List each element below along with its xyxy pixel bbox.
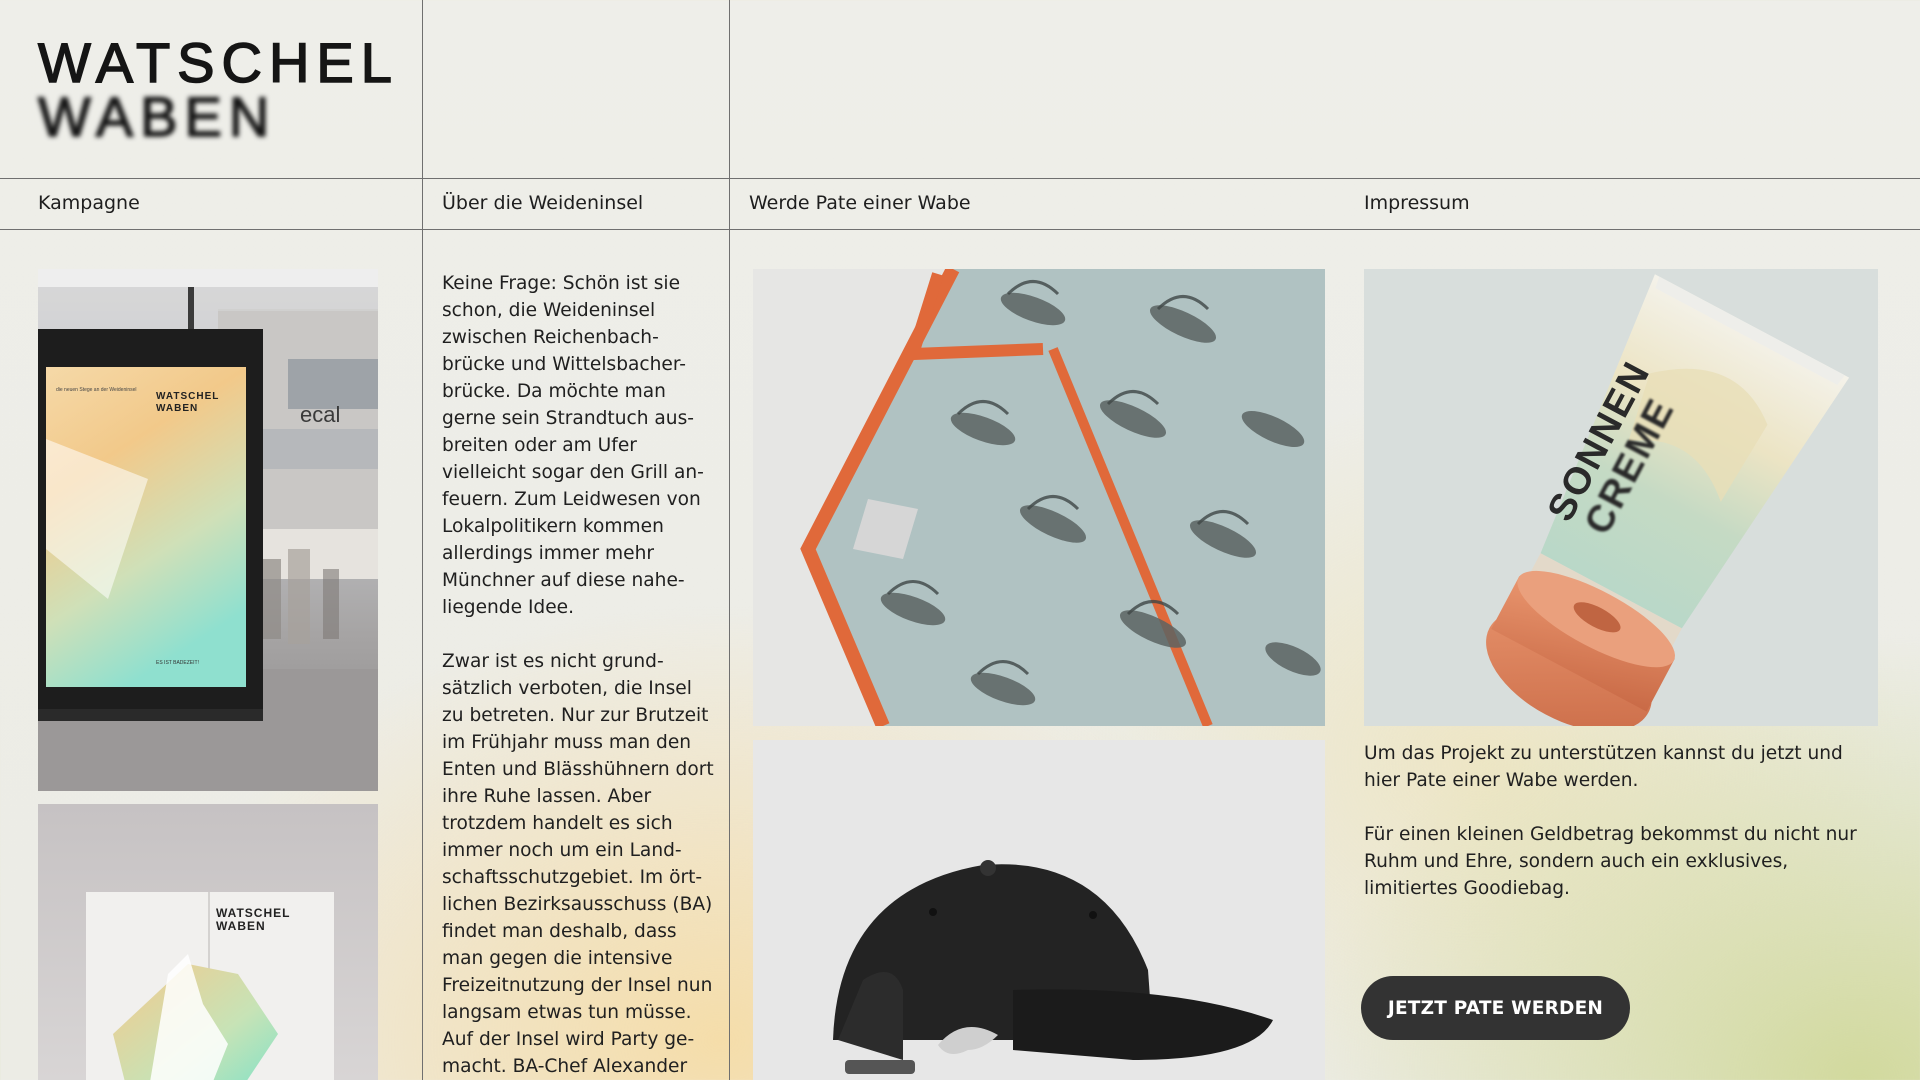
support-paragraph: Um das Projekt zu unterstützen kannst du… [1364, 743, 1843, 791]
about-paragraph: Zwar ist es nicht grund-sätzlich verbote… [442, 651, 714, 1077]
magazine-mockup-image: WATSCHEL WABEN [38, 804, 378, 1080]
magazine-title-line-2: WABEN [216, 919, 266, 933]
poster-small-text: die neuen Stege an der Weideninsel [56, 387, 137, 393]
logo-line-1: WATSCHEL [37, 31, 399, 94]
logo-line-2: WABEN [37, 85, 277, 148]
nav-item-weideninsel[interactable]: Über die Weideninsel [442, 192, 643, 214]
poster-footer-text: ES IST BADEZEIT! [156, 660, 199, 666]
nav-item-pate-werden[interactable]: Werde Pate einer Wabe [749, 192, 971, 214]
nav-divider [0, 229, 1920, 230]
magazine-title-line-1: WATSCHEL [216, 906, 290, 920]
duck-towel-image [753, 269, 1325, 726]
support-section: Um das Projekt zu unterstützen kannst du… [1364, 740, 1884, 929]
sunscreen-tube-image: SONNEN CREME [1364, 269, 1878, 726]
support-paragraph: Für einen kleinen Geldbetrag bekommst du… [1364, 824, 1857, 899]
become-sponsor-button[interactable]: JETZT PATE WERDEN [1361, 976, 1630, 1040]
about-paragraph: Keine Frage: Schön ist sie schon, die We… [442, 273, 704, 618]
nav-item-impressum[interactable]: Impressum [1364, 192, 1470, 214]
site-logo[interactable]: WATSCHEL WABEN [37, 31, 399, 148]
column-divider [729, 0, 730, 1080]
column-divider [422, 0, 423, 1080]
black-cap-image [753, 740, 1325, 1080]
store-sign-text: ecal [300, 402, 340, 427]
nav-item-kampagne[interactable]: Kampagne [38, 192, 140, 214]
about-article: Keine Frage: Schön ist sie schon, die We… [442, 270, 714, 1080]
bus-stop-poster-image: ecal WATSCHEL WABEN die neuen Stege an d… [38, 269, 378, 791]
header-divider [0, 178, 1920, 179]
poster-title-line-2: WABEN [156, 403, 198, 414]
poster-title-line-1: WATSCHEL [156, 391, 219, 402]
